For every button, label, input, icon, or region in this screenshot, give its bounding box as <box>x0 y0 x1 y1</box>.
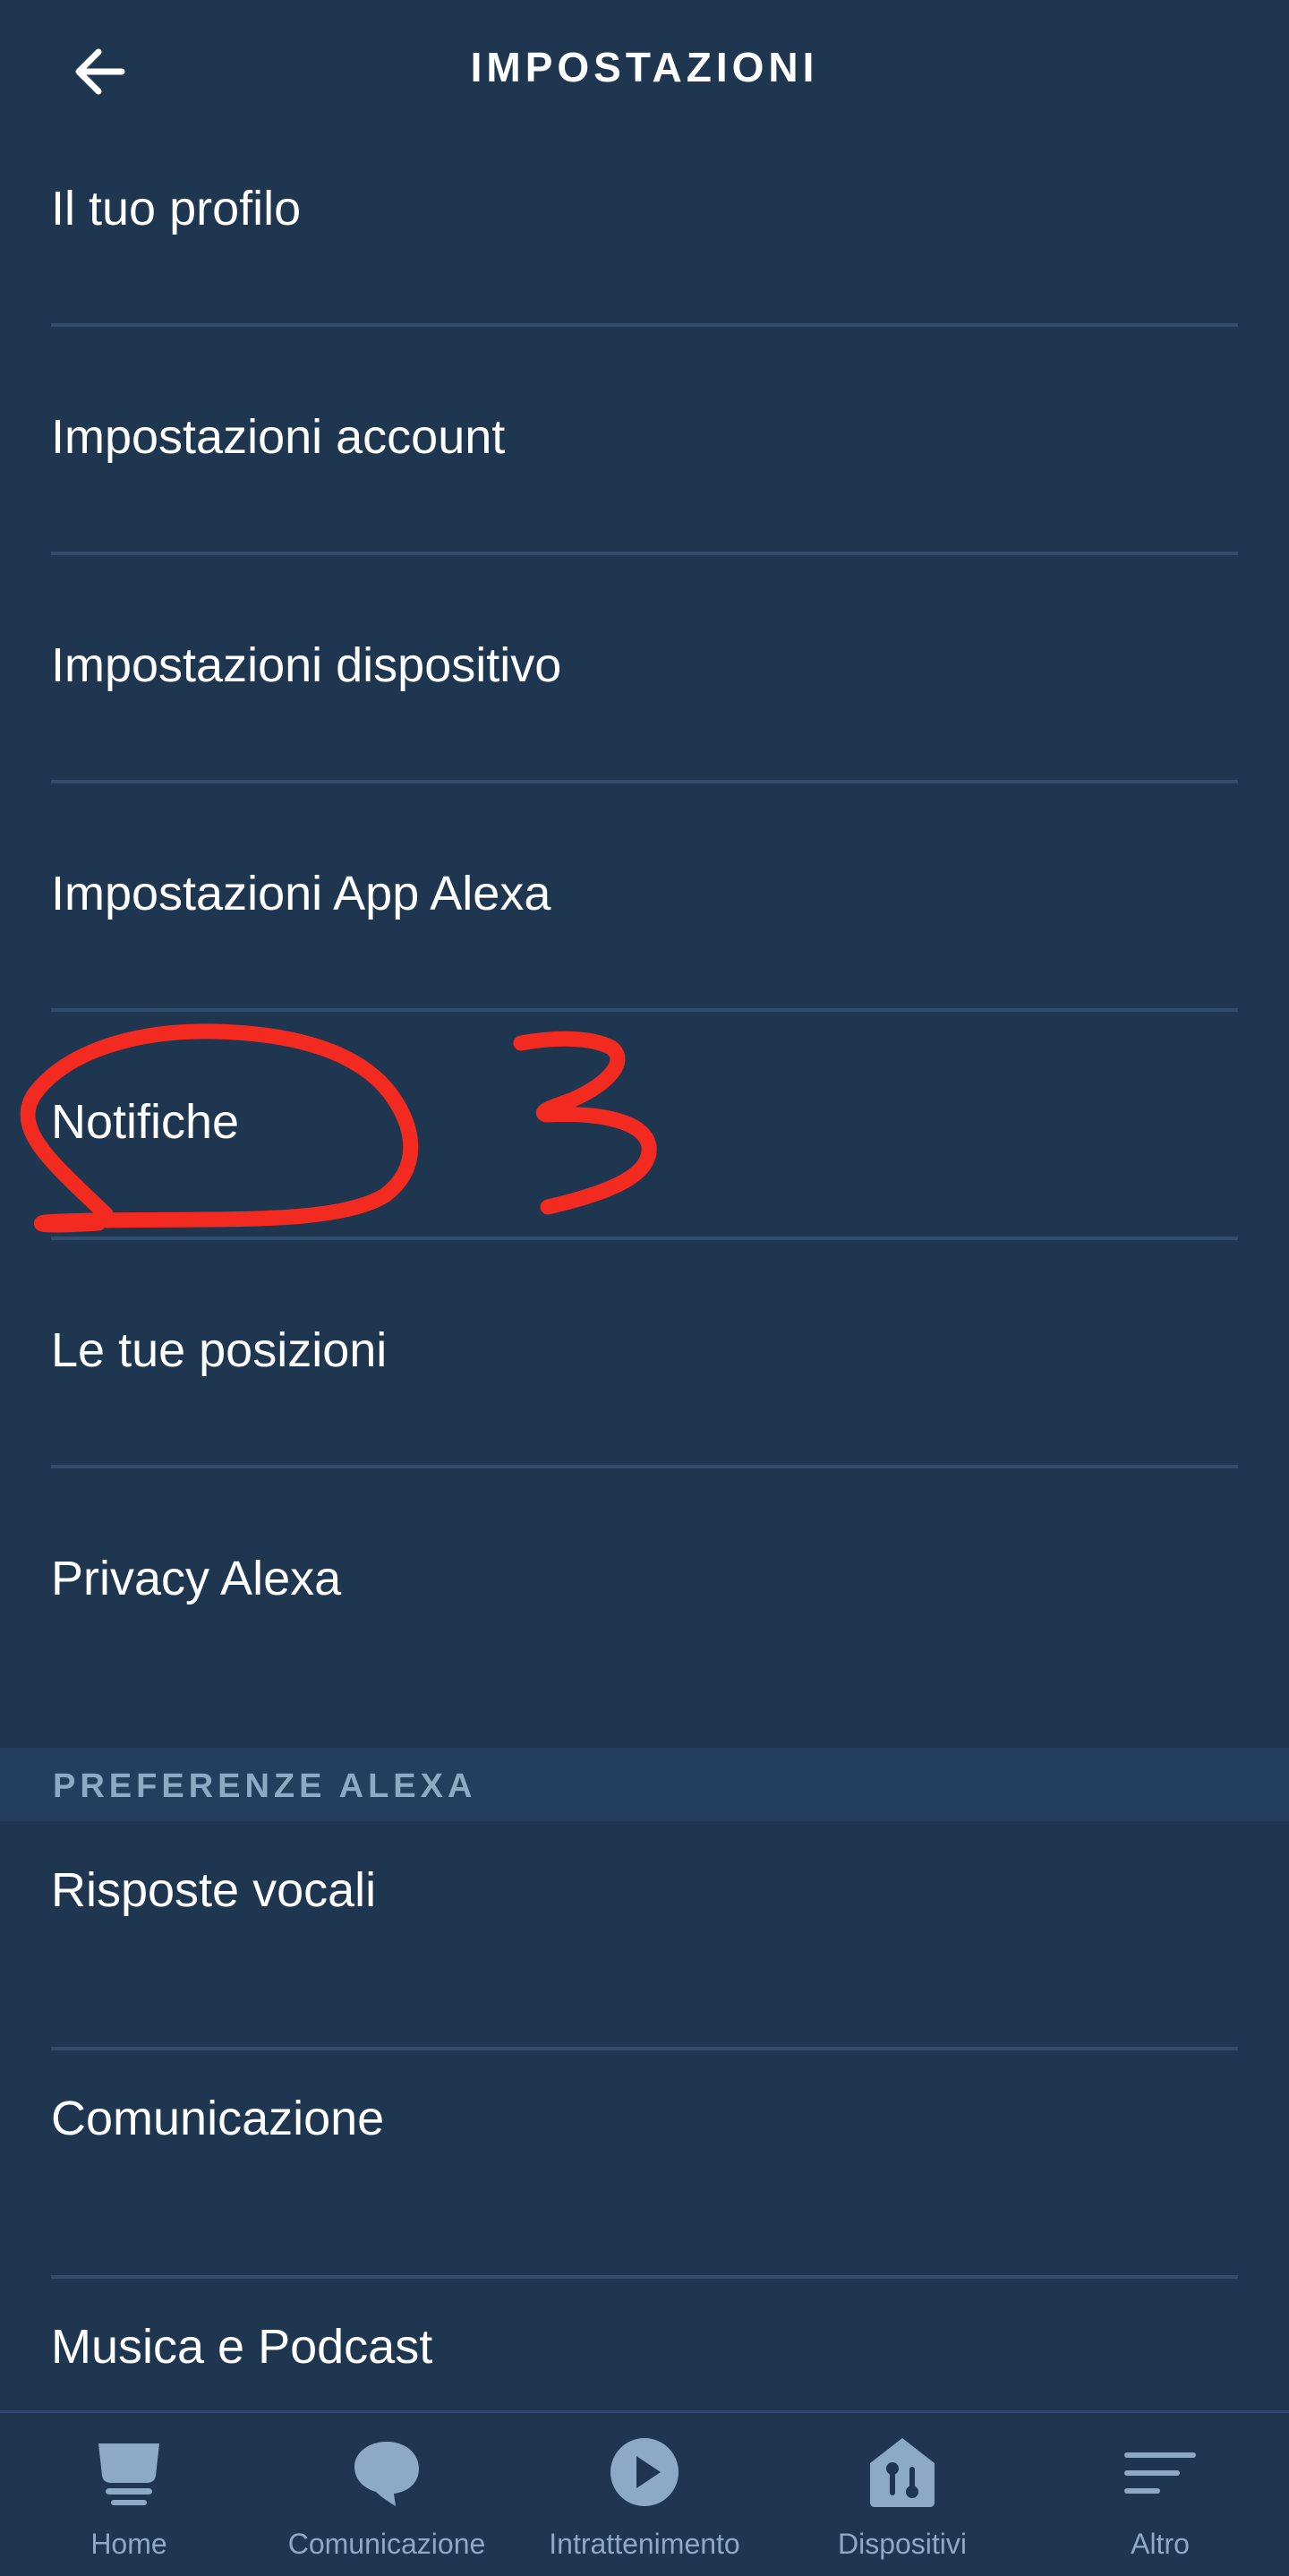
settings-item-notifications[interactable]: Notifiche <box>0 1053 1289 1281</box>
nav-item-communication[interactable]: Comunicazione <box>258 2413 516 2576</box>
nav-label: Altro <box>1131 2528 1190 2560</box>
settings-item-communication[interactable]: Comunicazione <box>0 2050 1289 2279</box>
divider <box>51 780 1238 783</box>
app-header: IMPOSTAZIONI <box>0 0 1289 140</box>
settings-item-label: Impostazioni account <box>51 410 506 464</box>
settings-item-label: Impostazioni App Alexa <box>51 867 551 920</box>
section-header: PREFERENZE ALEXA <box>0 1748 1289 1821</box>
settings-item-label: Musica e Podcast <box>51 2320 433 2374</box>
home-icon <box>98 2443 159 2505</box>
divider <box>51 1465 1238 1468</box>
page-title: IMPOSTAZIONI <box>470 44 819 90</box>
settings-item-device[interactable]: Impostazioni dispositivo <box>0 596 1289 825</box>
settings-item-label: Il tuo profilo <box>51 182 302 235</box>
settings-item-label: Le tue posizioni <box>51 1323 388 1377</box>
alexa-preferences-list: Risposte vocali Comunicazione Musica e P… <box>0 1821 1289 2506</box>
play-icon <box>610 2438 679 2506</box>
divider <box>51 1237 1238 1240</box>
settings-item-label: Risposte vocali <box>51 1863 377 1917</box>
settings-item-app[interactable]: Impostazioni App Alexa <box>0 825 1289 1053</box>
nav-label: Comunicazione <box>287 2528 486 2560</box>
settings-item-locations[interactable]: Le tue posizioni <box>0 1281 1289 1510</box>
nav-label: Dispositivi <box>837 2528 968 2560</box>
settings-item-label: Notifiche <box>51 1095 240 1149</box>
settings-list: Il tuo profilo Impostazioni account Impo… <box>0 140 1289 1738</box>
section-label: PREFERENZE ALEXA <box>53 1767 477 1805</box>
nav-label: Intrattenimento <box>549 2528 740 2560</box>
settings-item-profile[interactable]: Il tuo profilo <box>0 140 1289 368</box>
chat-bubble-icon <box>354 2442 419 2506</box>
divider <box>51 552 1238 555</box>
menu-lines-icon <box>1124 2452 1196 2494</box>
nav-item-entertainment[interactable]: Intrattenimento <box>516 2413 773 2576</box>
divider <box>51 323 1238 327</box>
settings-item-label: Comunicazione <box>51 2092 385 2145</box>
divider <box>51 1008 1238 1012</box>
settings-item-voice-responses[interactable]: Risposte vocali <box>0 1821 1289 2050</box>
nav-item-more[interactable]: Altro <box>1031 2413 1289 2576</box>
nav-item-home[interactable]: Home <box>0 2413 258 2576</box>
settings-item-account[interactable]: Impostazioni account <box>0 368 1289 596</box>
nav-label: Home <box>90 2528 167 2560</box>
nav-item-devices[interactable]: Dispositivi <box>773 2413 1031 2576</box>
settings-item-label: Impostazioni dispositivo <box>51 638 562 692</box>
bottom-nav: Home Comunicazione Intrattenimento Dispo… <box>0 2410 1289 2576</box>
settings-item-privacy[interactable]: Privacy Alexa <box>0 1510 1289 1738</box>
devices-house-icon <box>870 2438 935 2507</box>
settings-item-label: Privacy Alexa <box>51 1552 342 1605</box>
